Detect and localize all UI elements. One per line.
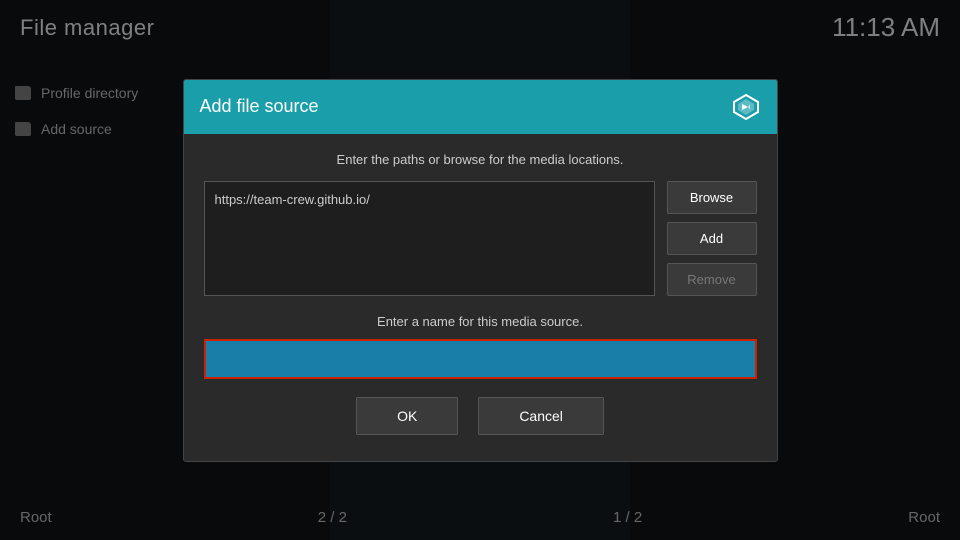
add-file-source-dialog: Add file source Enter the paths or brows… bbox=[183, 79, 778, 462]
cancel-button[interactable]: Cancel bbox=[478, 397, 604, 435]
browse-button[interactable]: Browse bbox=[667, 181, 757, 214]
url-item: https://team-crew.github.io/ bbox=[215, 190, 644, 209]
dialog-subtitle: Enter the paths or browse for the media … bbox=[204, 152, 757, 167]
dialog-body: Enter the paths or browse for the media … bbox=[184, 134, 777, 461]
name-input-wrapper bbox=[204, 339, 757, 379]
add-button[interactable]: Add bbox=[667, 222, 757, 255]
dialog-footer: OK Cancel bbox=[204, 397, 757, 443]
dialog-header: Add file source bbox=[184, 80, 777, 134]
ok-button[interactable]: OK bbox=[356, 397, 458, 435]
url-list-box[interactable]: https://team-crew.github.io/ bbox=[204, 181, 655, 296]
dialog-title: Add file source bbox=[200, 96, 319, 117]
dialog-content: https://team-crew.github.io/ Browse Add … bbox=[204, 181, 757, 296]
remove-button[interactable]: Remove bbox=[667, 263, 757, 296]
name-input[interactable] bbox=[206, 341, 755, 377]
name-label: Enter a name for this media source. bbox=[204, 314, 757, 329]
kodi-logo-icon bbox=[731, 92, 761, 122]
url-buttons: Browse Add Remove bbox=[667, 181, 757, 296]
modal-overlay: Add file source Enter the paths or brows… bbox=[0, 0, 960, 540]
